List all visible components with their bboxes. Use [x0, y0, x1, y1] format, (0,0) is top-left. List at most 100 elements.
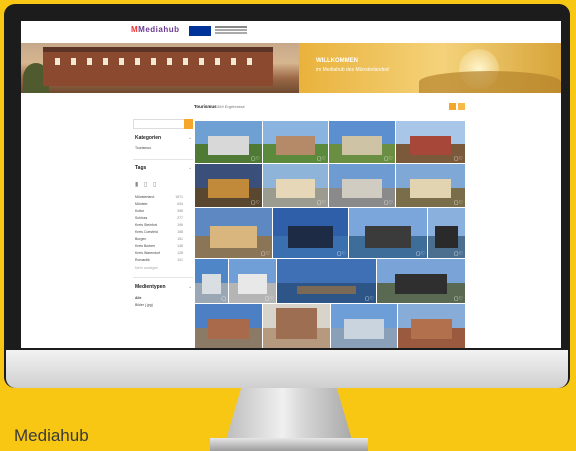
filter-sidebar: Kategorien ⌄ Tourismus Tags ⌄ ▮ ▯ ▯ Müns…	[133, 119, 193, 348]
image-tile[interactable]	[331, 304, 397, 348]
castle-window	[87, 58, 92, 65]
monitor-frame: MMediahub WILLKOMMEN im Mediahub des Mün…	[4, 4, 570, 388]
cart-icon[interactable]: ▢♡	[337, 251, 346, 257]
cart-icon[interactable]: ▢♡	[384, 200, 393, 206]
tag-item[interactable]: Romantik 101	[135, 258, 183, 262]
tag-item[interactable]: Kreis Coesfeld 168	[135, 230, 183, 234]
image-grid: ▢♡ ▢♡ ▢♡ ▢♡ ▢♡ ▢♡ ▢♡ ▢♡ ▢♡ ▢♡ ▢♡ ▢♡ ▢ ▢♡…	[195, 121, 465, 348]
tag-label: Münster	[135, 202, 148, 206]
eu-flag-icon	[189, 26, 211, 36]
image-tile[interactable]: ▢♡	[396, 121, 465, 163]
castle-window	[247, 58, 252, 65]
result-count: 369 Ergebnisse	[217, 104, 245, 109]
tag-count: 146	[177, 244, 183, 248]
image-tile[interactable]: ▢	[195, 259, 228, 303]
tag-label: Burgen	[135, 237, 147, 241]
tag-item[interactable]: Burgen 151	[135, 237, 183, 241]
tag-item[interactable]: Schloss 277	[135, 216, 183, 220]
grid-view-button[interactable]	[449, 103, 456, 110]
castle-window	[119, 58, 124, 65]
eu-funding-note	[215, 26, 247, 28]
image-tile[interactable]	[398, 304, 465, 348]
tag-count: 151	[177, 237, 183, 241]
image-tile[interactable]: ▢♡	[277, 259, 376, 303]
castle-window	[215, 58, 220, 65]
content-title: Tourismus	[194, 104, 217, 109]
tag-label: Romantik	[135, 258, 150, 262]
castle-window	[135, 58, 140, 65]
tag-count: 634	[177, 202, 183, 206]
cart-icon[interactable]: ▢	[221, 296, 226, 302]
cart-icon[interactable]: ▢♡	[317, 156, 326, 162]
media-type-item[interactable]: Alle	[135, 296, 183, 300]
hills	[419, 71, 561, 93]
tag-label: Münsterland	[135, 195, 155, 199]
cart-icon[interactable]: ▢♡	[454, 156, 463, 162]
tag-label: Kreis Warendorf	[135, 251, 161, 255]
search-input[interactable]	[133, 119, 185, 129]
cart-icon[interactable]: ▢♡	[454, 200, 463, 206]
cart-icon[interactable]: ▢♡	[251, 156, 260, 162]
hero-banner: WILLKOMMEN im Mediahub des Münsterlandes…	[21, 43, 561, 93]
image-tile[interactable]: ▢♡	[195, 164, 262, 207]
image-tile[interactable]: ▢♡	[428, 208, 465, 258]
castle-window	[71, 58, 76, 65]
search-icon[interactable]	[184, 119, 193, 129]
tag-label: Kreis Coesfeld	[135, 230, 158, 234]
tag-count: 101	[177, 258, 183, 262]
tag-item[interactable]: Kultur 398	[135, 209, 183, 213]
categories-title: Kategorien	[135, 135, 162, 141]
tag-item[interactable]: Kreis Steinfurt 196	[135, 223, 183, 227]
welcome-panel: WILLKOMMEN im Mediahub des Münsterlandes…	[299, 43, 561, 93]
mediahub-logo[interactable]: MMediahub	[131, 25, 180, 34]
welcome-subtitle: im Mediahub des Münsterlandes!	[316, 67, 390, 73]
castle-window	[231, 58, 236, 65]
tag-cloud-icons[interactable]: ▮ ▯ ▯	[135, 181, 158, 188]
tag-count: 168	[177, 230, 183, 234]
castle-window	[151, 58, 156, 65]
castle-window	[183, 58, 188, 65]
cart-icon[interactable]: ▢♡	[365, 296, 374, 302]
image-tile[interactable]: ▢♡	[329, 164, 395, 207]
list-view-button[interactable]	[458, 103, 465, 110]
tags-title: Tags	[135, 165, 147, 171]
cart-icon[interactable]: ▢♡	[384, 156, 393, 162]
chevron-down-icon[interactable]: ⌄	[188, 165, 192, 171]
image-tile[interactable]: ▢♡	[263, 121, 328, 163]
image-tile[interactable]: ▢♡	[273, 208, 348, 258]
tag-label: Kreis Borken	[135, 244, 156, 248]
image-tile[interactable]	[263, 304, 330, 348]
cart-icon[interactable]: ▢♡	[251, 200, 260, 206]
media-type-item[interactable]: Bilder (.jpg)	[135, 303, 183, 307]
cart-icon[interactable]: ▢♡	[261, 251, 270, 257]
image-tile[interactable]: ▢♡	[229, 259, 276, 303]
tag-count: 196	[177, 223, 183, 227]
cart-icon[interactable]: ▢♡	[265, 296, 274, 302]
top-bar: MMediahub	[21, 21, 561, 43]
more-tags-link[interactable]: Mehr anzeigen	[135, 266, 183, 270]
chevron-down-icon[interactable]: ⌄	[188, 284, 192, 290]
tag-item[interactable]: Kreis Borken 146	[135, 244, 183, 248]
caption-title: Mediahub	[14, 426, 89, 445]
image-tile[interactable]: ▢♡	[263, 164, 328, 207]
welcome-title: WILLKOMMEN	[316, 58, 358, 64]
image-tile[interactable]: ▢♡	[349, 208, 427, 258]
image-tile[interactable]: ▢♡	[195, 121, 262, 163]
tag-item[interactable]: Münsterland 1571	[135, 195, 183, 199]
category-item[interactable]: Tourismus	[135, 146, 183, 150]
cart-icon[interactable]: ▢♡	[317, 200, 326, 206]
image-tile[interactable]: ▢♡	[195, 208, 272, 258]
cart-icon[interactable]: ▢♡	[454, 251, 463, 257]
divider	[133, 159, 193, 160]
image-tile[interactable]	[195, 304, 262, 348]
tag-item[interactable]: Kreis Warendorf 128	[135, 251, 183, 255]
castle-window	[199, 58, 204, 65]
cart-icon[interactable]: ▢♡	[454, 296, 463, 302]
image-tile[interactable]: ▢♡	[377, 259, 465, 303]
image-tile[interactable]: ▢♡	[396, 164, 465, 207]
image-tile[interactable]: ▢♡	[329, 121, 395, 163]
cart-icon[interactable]: ▢♡	[416, 251, 425, 257]
tag-item[interactable]: Münster 634	[135, 202, 183, 206]
monitor-foot	[210, 438, 368, 451]
chevron-down-icon[interactable]: ⌄	[188, 135, 192, 141]
